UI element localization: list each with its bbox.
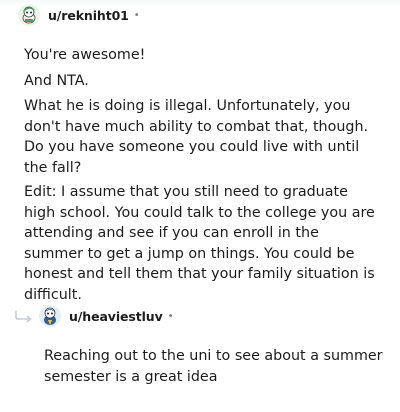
- comment-paragraph: What he is doing is illegal. Unfortunate…: [24, 98, 369, 176]
- comment-header: u/rekniht01 •: [18, 4, 140, 26]
- reply-body: Reaching out to the uni to see about a s…: [44, 346, 384, 387]
- comment-paragraph: You're awesome!: [24, 47, 146, 63]
- reply-paragraph: Reaching out to the uni to see about a s…: [44, 348, 383, 385]
- reply-arrow-icon: [14, 309, 34, 328]
- reply-header: u/heaviestluv •: [39, 305, 174, 327]
- meta-separator: •: [167, 310, 174, 322]
- comment-paragraph: Edit: I assume that you still need to gr…: [24, 184, 375, 303]
- snoo-avatar-blue-icon[interactable]: [39, 305, 61, 327]
- meta-separator: •: [133, 9, 140, 21]
- comment-username[interactable]: u/rekniht01: [48, 8, 129, 23]
- comment-paragraph: And NTA.: [24, 72, 89, 89]
- comment-body: You're awesome! And NTA. What he is doin…: [24, 45, 380, 305]
- snoo-avatar-green-icon[interactable]: [18, 4, 40, 26]
- reply-username[interactable]: u/heaviestluv: [69, 309, 163, 324]
